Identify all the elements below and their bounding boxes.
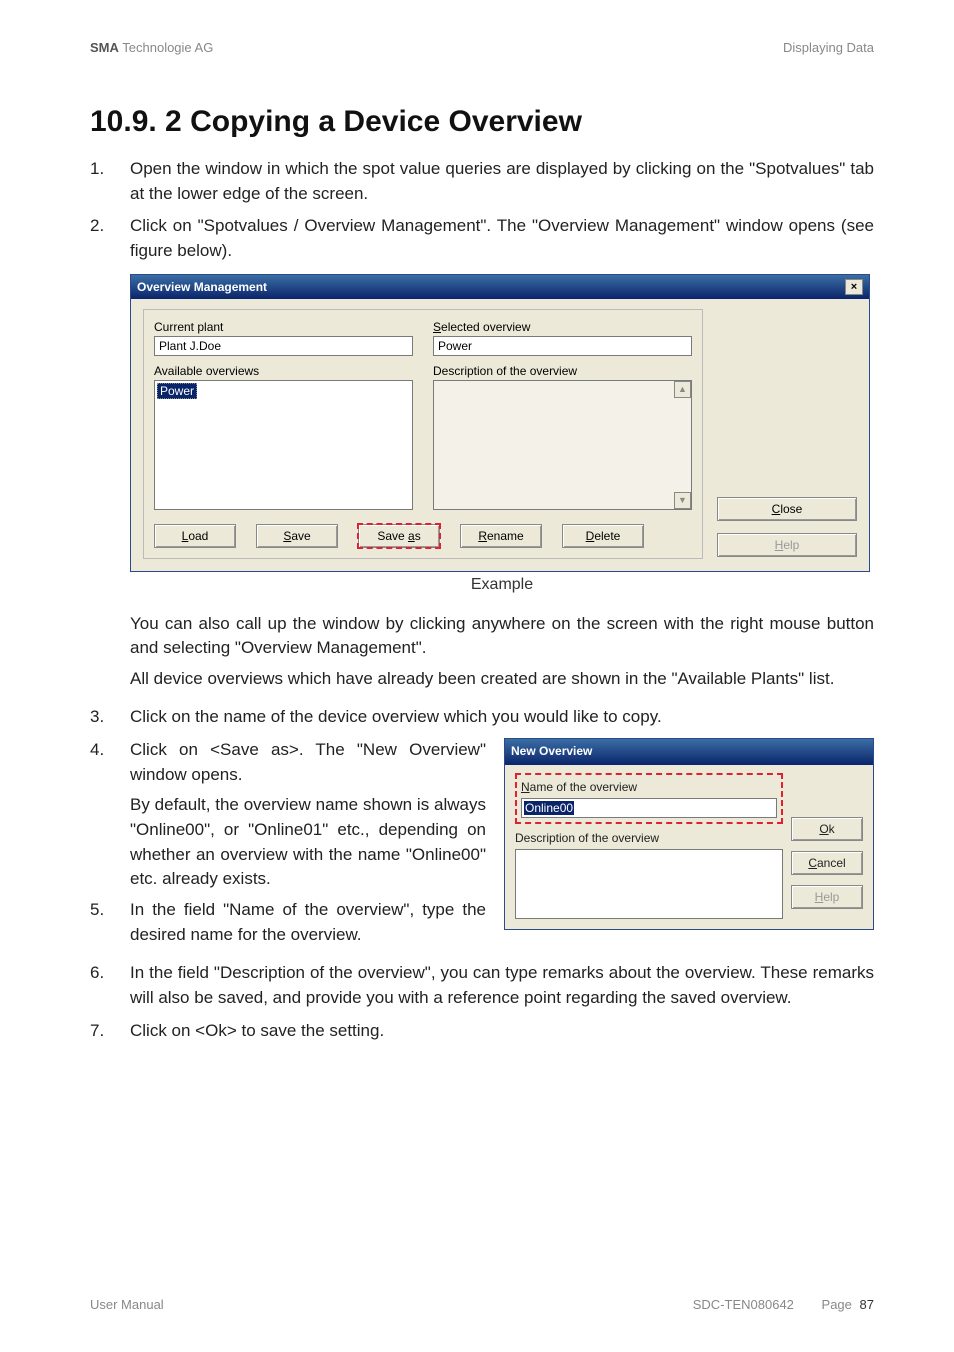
close-button[interactable]: Close <box>717 497 857 521</box>
page-footer: User Manual SDC-TEN080642 Page 87 <box>90 1297 874 1312</box>
help-button[interactable]: Help <box>791 885 863 909</box>
save-button[interactable]: Save <box>256 524 338 548</box>
window-titlebar[interactable]: Overview Management × <box>131 275 869 299</box>
page-title: 10.9. 2 Copying a Device Overview <box>90 105 874 139</box>
cancel-button[interactable]: Cancel <box>791 851 863 875</box>
step-number: 5. <box>90 898 130 953</box>
name-field-highlight: Name of the overview Online00 <box>515 773 783 824</box>
header-left: SMA Technologie AG <box>90 40 213 55</box>
step-2-followup: You can also call up the window by click… <box>90 612 874 698</box>
step-1: 1. Open the window in which the spot val… <box>90 157 874 206</box>
description-label: Description of the overview <box>433 364 692 378</box>
footer-left: User Manual <box>90 1297 164 1312</box>
step-number: 2. <box>90 214 130 263</box>
current-plant-label: Current plant <box>154 320 413 334</box>
name-input[interactable]: Online00 <box>521 798 777 818</box>
step-4-5: 4. Click on <Save as>. The "New Overview… <box>90 738 874 953</box>
current-plant-field[interactable]: Plant J.Doe <box>154 336 413 356</box>
window-title: New Overview <box>511 743 592 760</box>
window-titlebar[interactable]: New Overview <box>505 739 873 764</box>
load-button[interactable]: Load <box>154 524 236 548</box>
name-label: Name of the overview <box>521 779 777 796</box>
selected-overview-field[interactable]: Power <box>433 336 692 356</box>
save-as-button[interactable]: Save as <box>358 524 440 548</box>
close-icon[interactable]: × <box>845 279 863 295</box>
description-textarea[interactable] <box>515 849 783 919</box>
scroll-up-icon[interactable]: ▲ <box>674 381 691 398</box>
step-7: 7. Click on <Ok> to save the setting. <box>90 1019 874 1044</box>
help-button[interactable]: Help <box>717 533 857 557</box>
step-text: All device overviews which have already … <box>130 667 874 692</box>
description-label: Description of the overview <box>515 830 783 847</box>
description-textarea[interactable]: ▲ ▼ <box>433 380 692 510</box>
step-number: 3. <box>90 705 130 730</box>
step-text: Click on <Save as>. The "New Overview" w… <box>130 738 486 787</box>
rename-button[interactable]: Rename <box>460 524 542 548</box>
ok-button[interactable]: Ok <box>791 817 863 841</box>
available-overviews-list[interactable]: Power <box>154 380 413 510</box>
step-2: 2. Click on "Spotvalues / Overview Manag… <box>90 214 874 263</box>
step-number: 6. <box>90 961 130 1010</box>
page-header: SMA Technologie AG Displaying Data <box>90 40 874 55</box>
window-title: Overview Management <box>137 280 267 294</box>
step-6: 6. In the field "Description of the over… <box>90 961 874 1010</box>
step-text: In the field "Description of the overvie… <box>130 961 874 1010</box>
step-number: 7. <box>90 1019 130 1044</box>
footer-right: SDC-TEN080642 Page 87 <box>693 1297 874 1312</box>
scroll-down-icon[interactable]: ▼ <box>674 492 691 509</box>
delete-button[interactable]: Delete <box>562 524 644 548</box>
step-text: Click on the name of the device overview… <box>130 705 874 730</box>
step-text: In the field "Name of the overview", typ… <box>130 898 486 947</box>
step-text: Click on <Ok> to save the setting. <box>130 1019 874 1044</box>
figure-overview-management: Overview Management × Current plant Plan… <box>130 274 874 594</box>
new-overview-window: New Overview Name of the overview Online… <box>504 738 874 930</box>
selected-overview-label: Selected overview <box>433 320 692 334</box>
available-overviews-label: Available overviews <box>154 364 413 378</box>
step-text: By default, the overview name shown is a… <box>130 793 486 892</box>
step-text: You can also call up the window by click… <box>130 612 874 661</box>
step-text: Click on "Spotvalues / Overview Manageme… <box>130 214 874 263</box>
header-right: Displaying Data <box>783 40 874 55</box>
figure-caption: Example <box>130 576 874 594</box>
overview-management-window: Overview Management × Current plant Plan… <box>130 274 870 572</box>
list-item[interactable]: Power <box>157 383 197 399</box>
step-3: 3. Click on the name of the device overv… <box>90 705 874 730</box>
step-number: 1. <box>90 157 130 206</box>
step-text: Open the window in which the spot value … <box>130 157 874 206</box>
